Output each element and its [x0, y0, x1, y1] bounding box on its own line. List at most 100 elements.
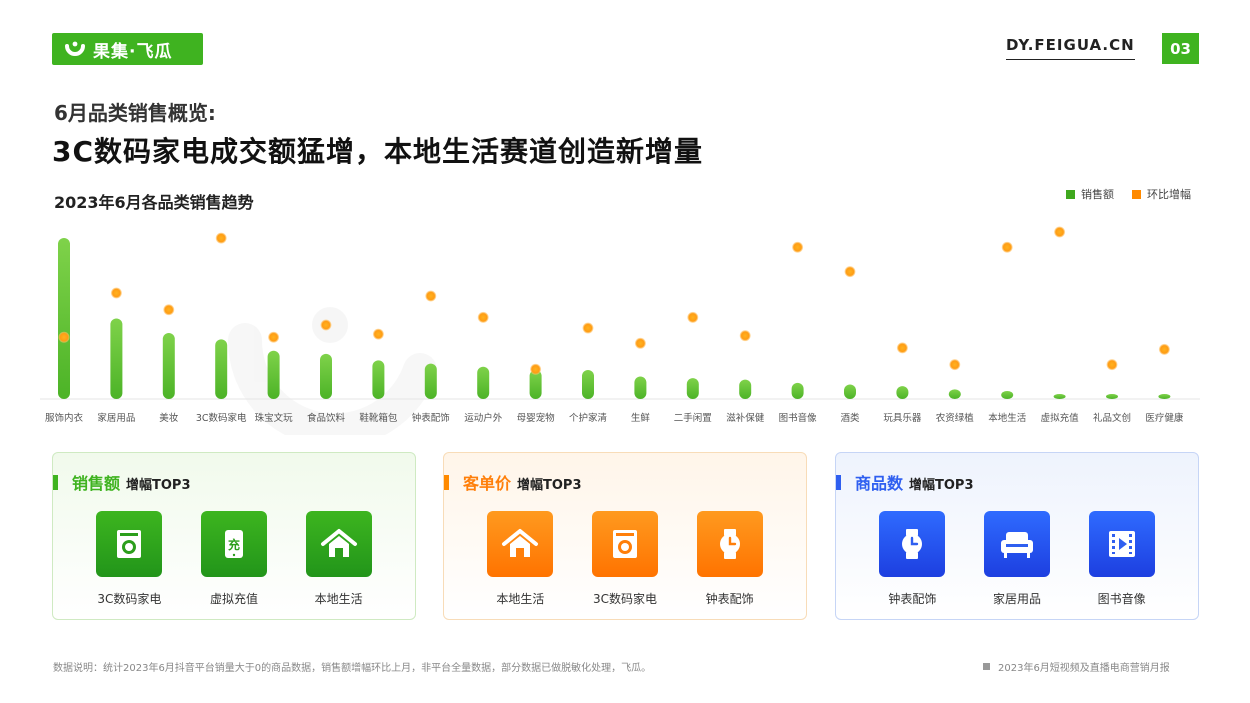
x-tick-label: 本地生活: [988, 412, 1027, 424]
sales-bar: [1001, 390, 1014, 399]
sales-bar: [372, 360, 385, 399]
watch-icon: [879, 511, 946, 577]
growth-point: [530, 363, 542, 375]
x-tick-label: 食品饮料: [307, 412, 346, 424]
top-item-label: 钟表配饰: [705, 592, 754, 606]
page-number: 03: [1162, 33, 1199, 64]
x-tick-label: 运动户外: [464, 412, 503, 424]
chart-legend: 销售额 环比增幅: [1066, 186, 1191, 202]
x-tick-label: 医疗健康: [1145, 412, 1184, 424]
growth-point: [739, 330, 751, 342]
growth-point: [792, 241, 804, 253]
legend-item-growth: 环比增幅: [1132, 186, 1191, 202]
panel-header: 客单价 增幅TOP3: [444, 470, 582, 494]
sales-bar: [58, 238, 70, 399]
house-icon: [305, 511, 372, 577]
top-item-label: 3C数码家电: [97, 592, 162, 606]
legend-label-growth: 环比增幅: [1147, 188, 1191, 201]
sales-bar: [686, 378, 699, 399]
data-note: 数据说明：统计2023年6月抖音平台销量大于0的商品数据，销售额增幅环比上月，非…: [53, 663, 652, 674]
sales-bar: [1158, 394, 1171, 399]
legend-label-sales: 销售额: [1081, 188, 1114, 201]
logo-mark-icon: [65, 41, 85, 56]
top-item-label: 本地生活: [496, 592, 545, 606]
panel-price-top3: 客单价 增幅TOP3 本地生活 3C数码家电 钟表配饰: [443, 452, 807, 620]
page-title: 3C数码家电成交额猛增，本地生活赛道创造新增量: [52, 135, 704, 168]
x-tick-label: 生鲜: [631, 412, 651, 424]
x-tick-label: 美妆: [159, 412, 179, 424]
x-tick-label: 滋补保健: [726, 412, 765, 424]
logo-text: 果集·飞瓜: [93, 41, 173, 62]
svg-text:充: 充: [228, 537, 240, 552]
sales-bar: [424, 363, 437, 399]
sales-bar: [896, 386, 909, 399]
growth-point: [58, 331, 70, 343]
sales-bar: [1053, 394, 1066, 399]
panel-keyword: 商品数: [855, 474, 904, 493]
brand-logo: 果集·飞瓜: [52, 33, 203, 65]
growth-point: [1106, 359, 1118, 371]
growth-point: [1001, 241, 1013, 253]
report-name: 2023年6月短视频及直播电商营销月报: [983, 659, 1170, 674]
panel-suffix: 增幅TOP3: [909, 478, 974, 493]
growth-point: [687, 311, 699, 323]
growth-point: [320, 319, 332, 331]
top-item: 3C数码家电: [575, 511, 675, 607]
sales-bar: [215, 339, 228, 399]
house-icon: [487, 511, 554, 577]
x-tick-label: 虚拟充值: [1041, 412, 1080, 424]
x-tick-label: 图书音像: [779, 412, 818, 424]
sofa-icon: [983, 511, 1050, 577]
x-tick-label: 母婴宠物: [517, 412, 556, 424]
legend-swatch-growth: [1132, 189, 1141, 199]
growth-point: [896, 342, 908, 354]
x-tick-label: 酒类: [840, 412, 860, 424]
growth-point: [949, 359, 961, 371]
panel-header: 商品数 增幅TOP3: [836, 470, 974, 494]
panel-suffix: 增幅TOP3: [126, 478, 191, 493]
chart-title: 2023年6月各品类销售趋势: [54, 193, 254, 212]
washing-machine-icon: [96, 511, 163, 577]
sales-bar: [791, 382, 804, 399]
x-tick-label: 服饰内衣: [45, 412, 84, 424]
x-tick-label: 珠宝文玩: [255, 412, 294, 424]
site-url: DY.FEIGUA.CN: [1006, 36, 1135, 60]
sales-bar: [320, 353, 332, 399]
washing-machine-icon: [591, 511, 658, 577]
panel-accent-bar: [444, 474, 449, 490]
growth-point: [110, 287, 122, 299]
sales-bar: [739, 379, 752, 399]
x-tick-label: 农资绿植: [936, 412, 975, 424]
panel-sales-top3: 销售额 增幅TOP3 3C数码家电 充 虚拟充值 本地生活: [52, 452, 416, 620]
sales-bar: [582, 370, 594, 399]
panel-keyword: 销售额: [72, 474, 121, 493]
growth-point: [1054, 226, 1066, 238]
top-item: 本地生活: [289, 511, 389, 607]
sales-bar: [110, 318, 123, 399]
x-tick-label: 玩具乐器: [883, 412, 922, 424]
growth-point: [1158, 343, 1170, 355]
sales-bar: [634, 376, 647, 399]
growth-point: [477, 311, 489, 323]
x-tick-label: 钟表配饰: [412, 412, 450, 424]
x-tick-label: 二手闲置: [674, 412, 712, 424]
top-item: 图书音像: [1072, 511, 1172, 607]
x-tick-label: 3C数码家电: [196, 412, 247, 424]
panel-keyword: 客单价: [463, 474, 512, 493]
x-tick-label: 家居用品: [97, 412, 135, 424]
growth-point: [163, 304, 175, 316]
sales-bar: [267, 350, 280, 399]
legend-item-sales: 销售额: [1066, 186, 1114, 202]
growth-point: [215, 232, 227, 244]
panel-items-top3: 商品数 增幅TOP3 钟表配饰 家居用品 图书音像: [835, 452, 1199, 620]
top-item: 家居用品: [967, 511, 1067, 607]
growth-point: [425, 290, 437, 302]
x-tick-label: 鞋靴箱包: [359, 412, 398, 424]
growth-point: [582, 322, 594, 334]
square-bullet-icon: [983, 663, 990, 670]
top-item: 钟表配饰: [862, 511, 962, 607]
top-item: 本地生活: [470, 511, 570, 607]
top-item-label: 本地生活: [314, 592, 363, 606]
top-item-label: 家居用品: [992, 592, 1041, 606]
sales-bar: [162, 332, 175, 399]
